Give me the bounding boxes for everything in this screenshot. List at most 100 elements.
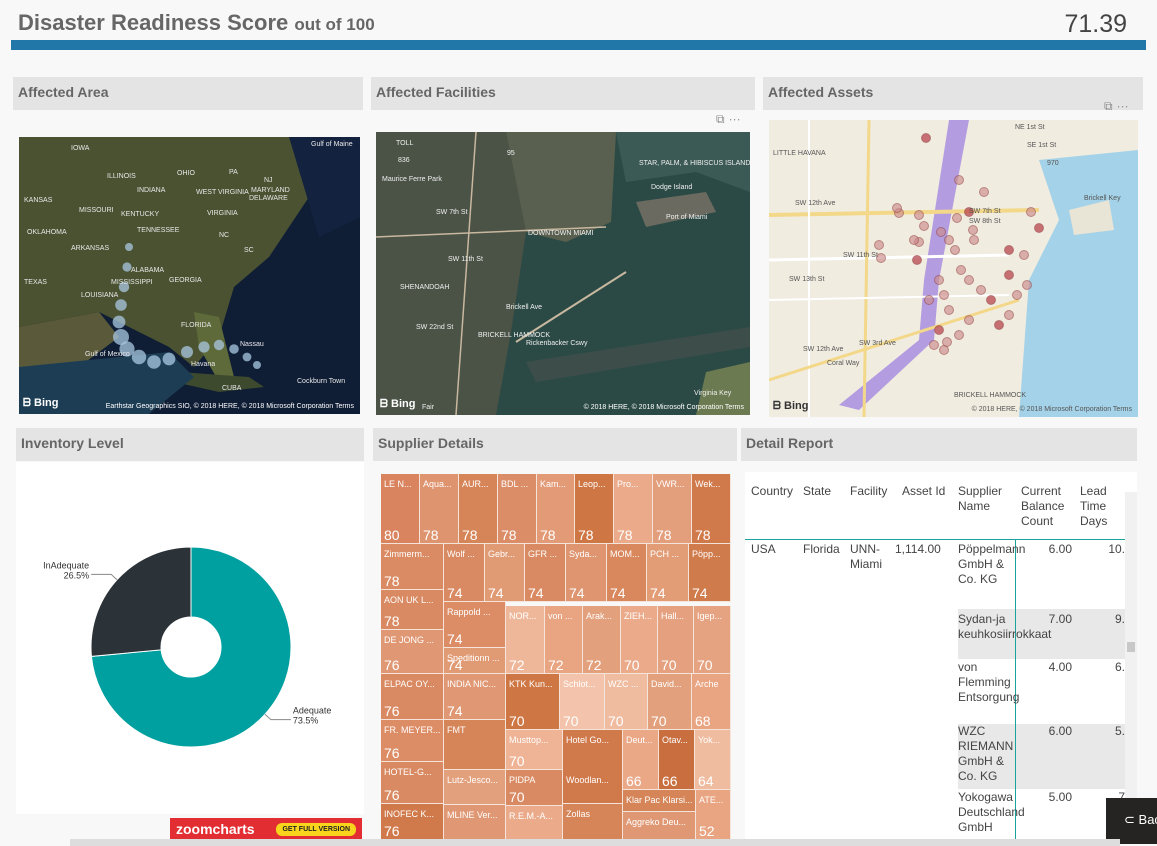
treemap-cell[interactable]: Arak... 72 [583,606,621,674]
treemap-cell[interactable]: Yok... 64 [695,730,731,790]
treemap-cell[interactable]: WZC ... 70 [605,674,648,730]
treemap-cell-name: Rappold ... [447,607,491,617]
column-header[interactable]: Lead Time Days [1080,484,1130,529]
treemap-cell[interactable]: Leop... 78 [575,474,614,544]
get-full-version-button[interactable]: GET FULL VERSION [276,823,356,836]
treemap-cell[interactable]: Wek... 78 [692,474,731,544]
treemap-cell[interactable]: Aqua... 78 [420,474,459,544]
treemap-cell[interactable]: BDL ... 78 [498,474,537,544]
focus-mode-icon[interactable]: ⧉ [716,112,729,126]
map-label: BRICKELL HAMMOCK [478,332,551,339]
treemap-cell[interactable]: ELPAC OY... 76 [381,674,444,720]
column-header[interactable]: Facility [850,484,900,499]
treemap-cell[interactable]: VWR... 78 [653,474,692,544]
panel-menu[interactable]: ⧉⋯ [716,112,745,127]
scroll-thumb[interactable] [1127,642,1135,652]
treemap-cell[interactable]: Wolf ... 74 [444,544,485,602]
hurricane-point [213,339,225,351]
treemap-cell[interactable]: von ... 72 [545,606,583,674]
asset-marker [924,295,934,305]
treemap-cell[interactable]: Zollas [563,804,623,840]
treemap-cell[interactable]: Rappold ... 74 [444,602,506,648]
column-header[interactable]: Supplier Name [958,484,1013,514]
treemap-cell[interactable]: Speditionn ... 74 [444,648,506,674]
treemap-cell[interactable]: Otav... 66 [659,730,695,790]
treemap-cell-value: 76 [384,745,400,761]
treemap-cell[interactable]: Schlot... 70 [560,674,605,730]
hurricane-point [181,346,193,358]
treemap-cell[interactable]: Arche 68 [692,674,731,730]
treemap-cell-name: DE JONG ... [384,635,435,645]
treemap-cell[interactable]: PIDPA 70 [506,770,563,806]
supplier-treemap[interactable]: LE N... 80 Aqua... 78 AUR... 78 BDL ... 78 Kam..… [381,474,731,840]
treemap-cell[interactable]: MOM... 74 [607,544,647,602]
column-header[interactable]: Country [751,484,796,499]
treemap-cell[interactable]: Hall... 70 [658,606,694,674]
treemap-cell-value: 74 [610,585,626,601]
panel-title-affected-assets: Affected Assets [763,77,1143,110]
focus-mode-icon[interactable]: ⧉ [1104,99,1117,113]
treemap-cell[interactable]: FMT [444,720,506,770]
treemap-cell[interactable]: INDIA NIC... 74 [444,674,506,720]
donut-label-line [91,573,118,581]
treemap-cell[interactable]: ZIEH... 70 [621,606,658,674]
asset-marker [914,210,924,220]
treemap-cell-name: MLINE Ver... [447,810,498,820]
treemap-cell[interactable]: GFR ... 74 [525,544,566,602]
treemap-cell[interactable]: FR. MEYER... 76 [381,720,444,762]
more-options-icon[interactable]: ⋯ [729,112,745,126]
column-header[interactable]: Asset Id [902,484,957,499]
asset-marker [936,227,946,237]
treemap-cell[interactable]: NOR... 72 [506,606,545,674]
treemap-cell[interactable]: AON UK L... 78 [381,590,444,630]
treemap-cell[interactable]: Lutz-Jesco... [444,770,506,805]
column-header[interactable]: Current Balance Count [1021,484,1076,529]
treemap-cell[interactable]: AUR... 78 [459,474,498,544]
inventory-donut-chart[interactable]: Adequate73.5% InAdequate26.5% [16,462,364,814]
treemap-cell[interactable]: Musttop... 70 [506,730,563,770]
column-header[interactable]: State [803,484,848,499]
treemap-cell[interactable]: Pro... 78 [614,474,653,544]
treemap-cell-name: Kam... [540,479,567,489]
treemap-cell-value: 70 [563,713,579,729]
treemap-cell[interactable]: Klar Pac Klarsi... [623,790,696,812]
treemap-cell[interactable]: Woodlan... [563,770,623,804]
asset-marker [1022,280,1032,290]
affected-facilities-map[interactable]: TOLL 836 95 Dodge Island Port of Miami STAR, … [376,132,750,415]
treemap-cell[interactable]: MLINE Ver... [444,805,506,840]
donut-label-line [264,713,291,721]
treemap-cell[interactable]: Igep... 70 [694,606,731,674]
title-suffix: out of 100 [294,15,375,34]
asset-marker [929,340,939,350]
treemap-cell[interactable]: Aggreko Deu... [623,812,696,840]
treemap-cell[interactable]: HOTEL-G... 76 [381,762,444,804]
treemap-cell[interactable]: Syda... 74 [566,544,607,602]
more-options-icon[interactable]: ⋯ [1117,99,1133,113]
treemap-cell[interactable]: Pöpp... 74 [689,544,731,602]
affected-area-map[interactable]: IOWA ILLINOIS INDIANA OHIO PA NJ KANSAS MISSOUR… [19,137,360,414]
treemap-cell-name: Leop... [578,479,606,489]
treemap-cell-value: 78 [462,527,478,543]
treemap-cell[interactable]: DE JONG ... 76 [381,630,444,674]
treemap-cell[interactable]: Zimmerm... 78 [381,544,444,590]
affected-assets-map[interactable]: LITTLE HAVANA SW 12th Ave SW 7th St SW 8th … [769,120,1138,417]
treemap-cell[interactable]: Kam... 78 [537,474,575,544]
treemap-cell[interactable]: PCH ... 74 [647,544,689,602]
panel-title-affected-area: Affected Area [13,77,363,110]
treemap-cell[interactable]: LE N... 80 [381,474,420,544]
treemap-cell[interactable]: ATE... 52 [696,790,731,840]
back-button[interactable]: ⊂ Bac [1106,798,1157,844]
page-horizontal-scrollbar[interactable] [70,839,1120,846]
treemap-cell[interactable]: David... 70 [648,674,692,730]
treemap-cell[interactable]: KTK Kun... 70 [506,674,560,730]
treemap-cell[interactable]: Gebr... 74 [485,544,525,602]
hurricane-point [229,344,239,354]
treemap-cell[interactable]: R.E.M.-A... [506,806,563,840]
map-label: OHIO [177,170,195,177]
panel-menu[interactable]: ⧉⋯ [1104,99,1133,114]
treemap-cell[interactable]: Deut... 66 [623,730,659,790]
zoomcharts-banner[interactable]: zoomcharts GET FULL VERSION [170,818,362,840]
treemap-cell-name: KTK Kun... [509,679,553,689]
report-scrollbar[interactable] [1125,492,1137,840]
treemap-cell[interactable]: INOFEC K... 76 [381,804,444,840]
